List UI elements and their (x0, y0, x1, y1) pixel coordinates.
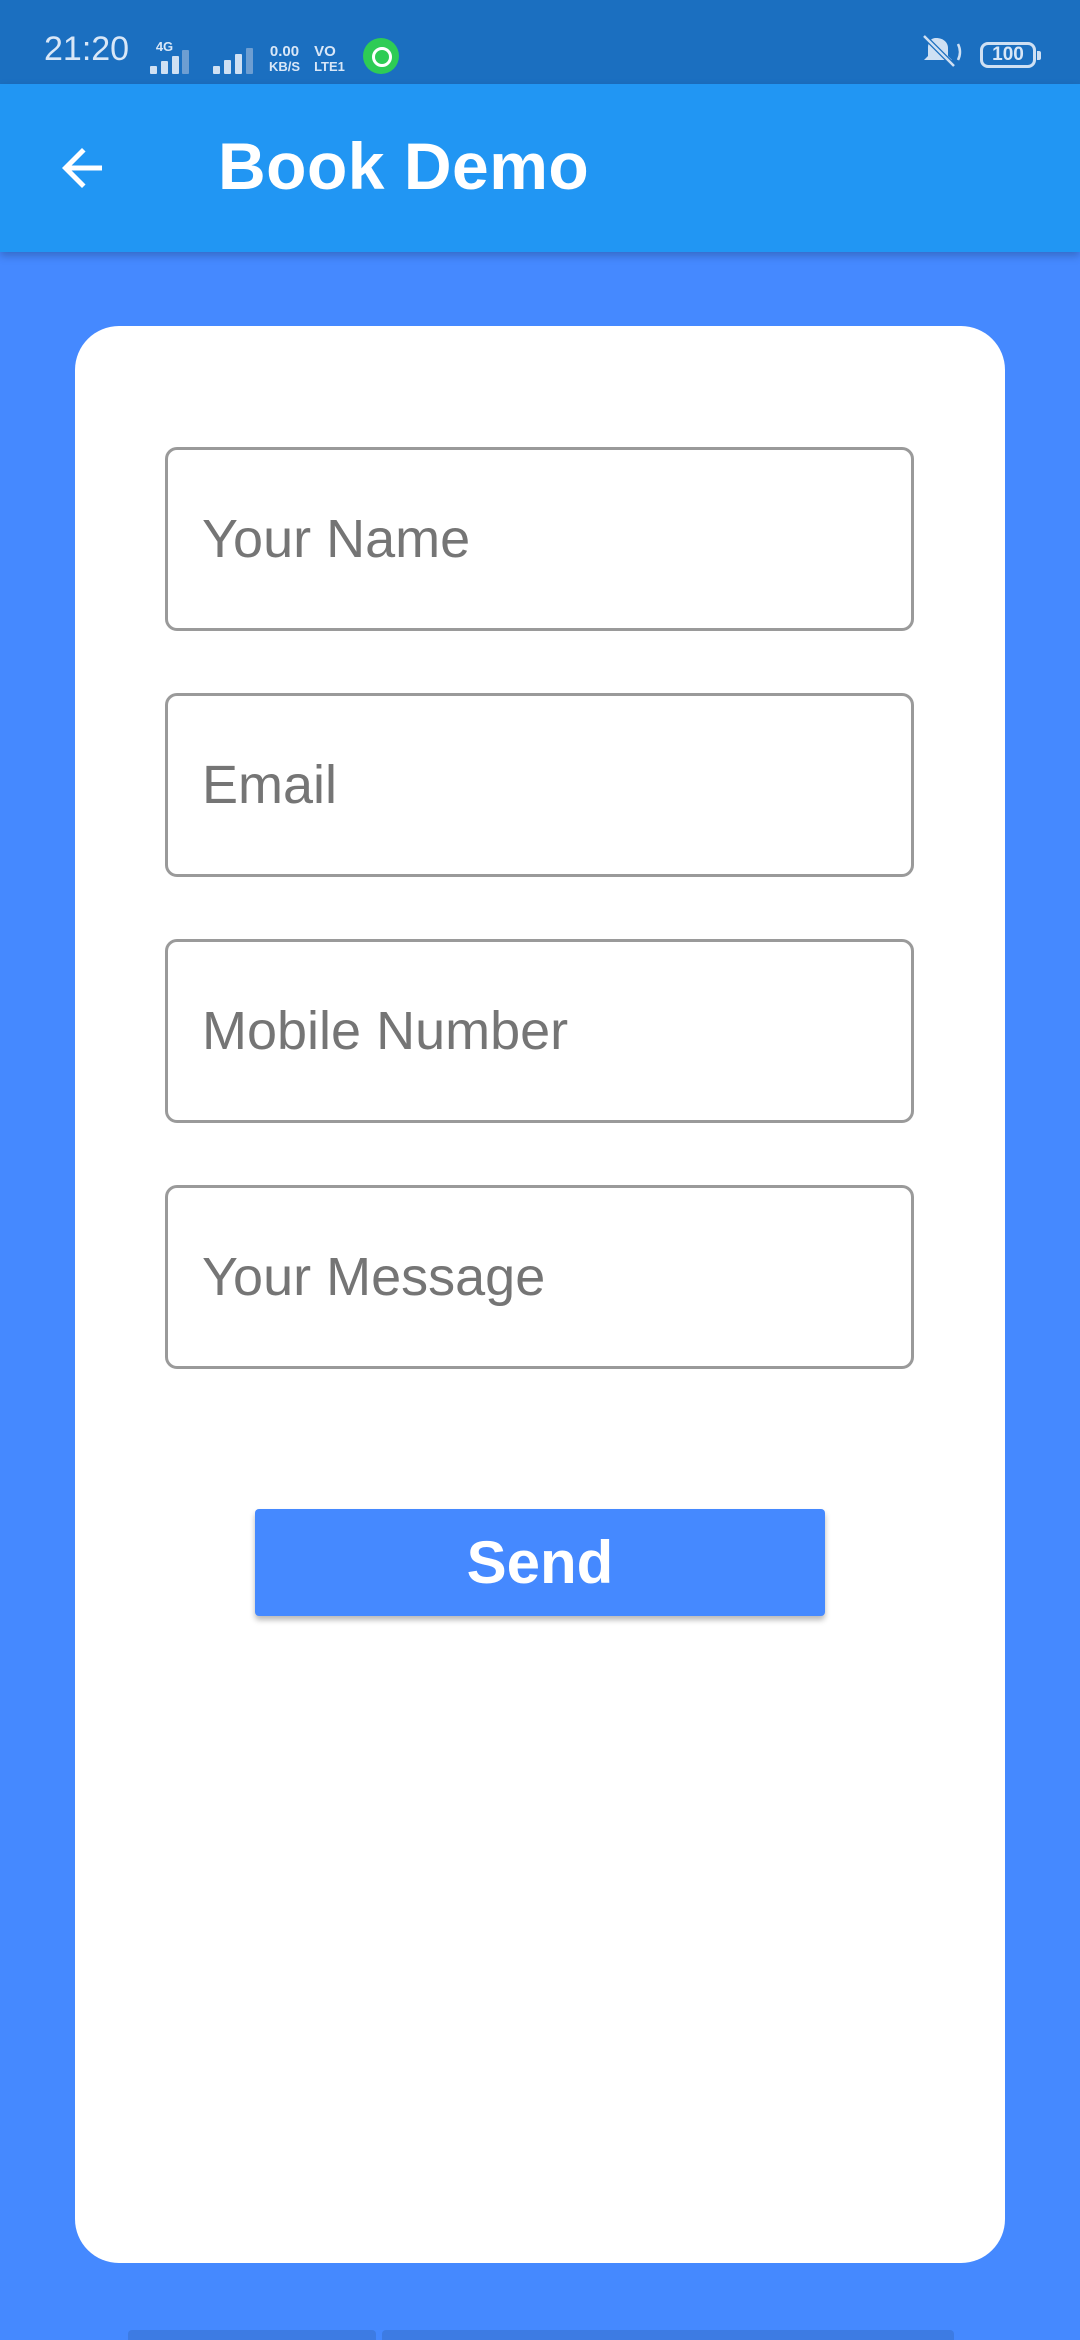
name-field (165, 447, 914, 631)
volte-bottom: LTE1 (314, 59, 345, 74)
volte-indicator: VO LTE1 (314, 44, 345, 74)
app-bar: Book Demo (0, 84, 1080, 252)
message-input[interactable] (168, 1188, 911, 1366)
form-card: Send (75, 326, 1005, 2263)
email-field (165, 693, 914, 877)
network-speed: 0.00 KB/S (269, 44, 300, 74)
page-title: Book Demo (218, 129, 590, 203)
arrow-left-icon (62, 148, 102, 188)
nav-hint-right (382, 2330, 954, 2340)
email-input[interactable] (168, 696, 911, 874)
status-icons-right: 100 (920, 34, 1041, 75)
mobile-field (165, 939, 914, 1123)
name-input[interactable] (168, 450, 911, 628)
back-button[interactable] (40, 132, 130, 204)
volte-top: VO (314, 43, 336, 60)
network-label: 4G (155, 39, 174, 54)
signal-icon (213, 46, 253, 74)
battery-icon: 100 (980, 41, 1041, 68)
signal-4g-icon: 4G (150, 39, 189, 74)
status-bar: 21:20 4G 0.00 KB/S VO LTE1 100 (0, 0, 1080, 84)
message-field (165, 1185, 914, 1369)
nav-hint-left (128, 2330, 376, 2340)
speed-unit: KB/S (269, 59, 301, 74)
speed-value: 0.00 (269, 43, 300, 60)
send-button[interactable]: Send (255, 1509, 825, 1616)
battery-level: 100 (992, 43, 1024, 65)
mobile-input[interactable] (168, 942, 911, 1120)
whatsapp-icon (362, 38, 399, 74)
vibrate-mute-icon (920, 34, 966, 75)
status-time: 21:20 (44, 30, 130, 68)
status-icons-left: 4G 0.00 KB/S VO LTE1 (150, 34, 399, 74)
